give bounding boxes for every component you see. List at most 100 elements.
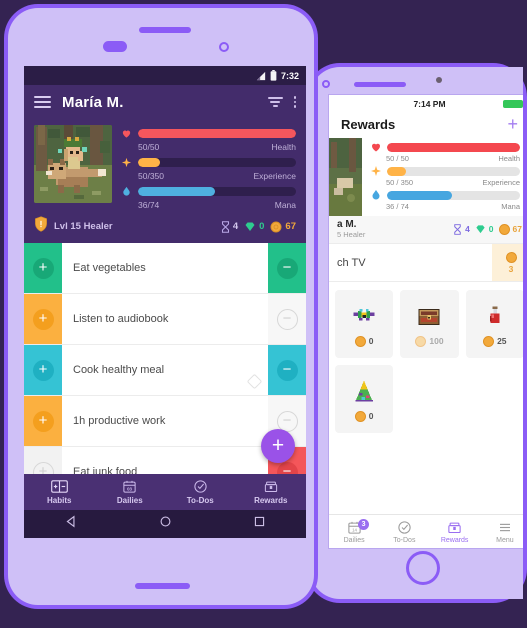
stat-hourglass: 4	[221, 220, 239, 233]
more-vertical-icon[interactable]	[293, 96, 296, 108]
gem-value: 0	[488, 224, 494, 235]
mana-drop-icon	[121, 185, 132, 198]
reward-card[interactable]: 100	[400, 290, 459, 359]
reward-cost-value: 25	[497, 336, 507, 347]
tab-rewards[interactable]: Rewards	[236, 474, 307, 510]
reward-cost-value: 0	[368, 411, 374, 422]
add-task-button[interactable]: +	[261, 429, 295, 463]
tab-label: Menu	[496, 536, 514, 544]
reward-cost-value: 100	[429, 336, 444, 347]
mana-drop-icon	[372, 190, 380, 200]
right-app-bar: Rewards +	[341, 114, 518, 134]
stat-bars: 50/50 Health 50/350 Experience 36/74 Man…	[121, 125, 296, 211]
minus-button-disabled: −	[276, 308, 298, 330]
reward-cost: 100	[415, 335, 444, 347]
stat-gold: 67	[270, 221, 296, 233]
hourglass-value: 4	[232, 221, 239, 232]
mana-label: Mana	[274, 200, 296, 210]
character-name: a M.	[337, 219, 357, 230]
plus-button[interactable]: +	[32, 257, 54, 279]
plus-button[interactable]: +	[32, 308, 54, 330]
character-level: Lvl 15 Healer	[54, 221, 113, 232]
gold-coin-icon	[354, 410, 366, 422]
tab-dailies[interactable]: 14 3 Dailies	[329, 515, 379, 548]
front-camera-icon	[219, 42, 229, 52]
treasure-icon	[264, 481, 277, 492]
avatar[interactable]	[34, 125, 112, 203]
habit-minus-cell[interactable]: −	[268, 345, 306, 395]
tab-menu[interactable]: Menu	[480, 515, 523, 548]
left-phone-device: 7:32 María M. 50/50 Health 50/350 Experi…	[4, 4, 318, 609]
tab-habits[interactable]: Habits	[24, 474, 95, 510]
habit-label: Eat junk food	[73, 466, 138, 474]
filter-icon[interactable]	[267, 97, 283, 107]
plus-button[interactable]: +	[32, 410, 54, 432]
experience-label: Experience	[482, 178, 520, 187]
page-title: María M.	[62, 93, 124, 111]
gold-coin-icon	[354, 335, 366, 347]
tab-todos[interactable]: To-Dos	[165, 474, 236, 510]
potion-icon	[489, 306, 500, 323]
table-row[interactable]: + Cook healthy meal −	[24, 345, 306, 396]
status-time: 7:32	[280, 70, 299, 81]
hourglass-icon	[221, 220, 229, 233]
health-value: 50/50	[138, 142, 160, 152]
reward-cost: 25	[483, 335, 507, 347]
gold-coin-icon	[270, 221, 282, 232]
stat-gems: 0	[244, 221, 264, 233]
hamburger-icon[interactable]	[34, 96, 51, 108]
experience-value: 50/350	[138, 171, 164, 181]
plus-button[interactable]: +	[32, 359, 54, 381]
heart-icon	[372, 143, 380, 152]
reward-card[interactable]: 25	[465, 290, 523, 359]
home-button[interactable]	[406, 551, 440, 585]
signal-icon	[256, 71, 266, 81]
recents-square-icon[interactable]	[253, 515, 266, 533]
tab-dailies[interactable]: 03 Dailies	[95, 474, 166, 510]
habit-plus-cell[interactable]: +	[24, 345, 62, 395]
gold-value: 67	[285, 221, 296, 232]
tag-icon	[246, 373, 263, 390]
home-circle-icon[interactable]	[159, 515, 172, 533]
minus-button[interactable]: −	[276, 461, 298, 474]
custom-reward-label: ch TV	[337, 256, 366, 269]
gold-coin-icon	[505, 251, 517, 263]
mana-value: 36/74	[138, 200, 160, 210]
tab-todos[interactable]: To-Dos	[379, 515, 429, 548]
custom-reward-cost[interactable]: 3	[492, 244, 523, 282]
habit-plus-cell[interactable]: +	[24, 396, 62, 446]
back-triangle-icon[interactable]	[65, 515, 78, 533]
reward-card[interactable]: 0	[335, 290, 394, 359]
battery-full-icon	[503, 100, 523, 108]
table-row[interactable]: + Eat vegetables −	[24, 243, 306, 294]
health-bar	[387, 142, 520, 152]
habit-plus-cell[interactable]: +	[24, 243, 62, 293]
habit-plus-cell: +	[24, 447, 62, 474]
tab-label: To-Dos	[393, 536, 416, 544]
minus-button[interactable]: −	[276, 257, 298, 279]
hourglass-value: 4	[465, 224, 470, 235]
table-row[interactable]: + Listen to audiobook −	[24, 294, 306, 345]
tab-label: To-Dos	[186, 496, 214, 505]
bottom-tab-bar: Habits 03 Dailies To-Dos Rewards	[24, 474, 306, 510]
tab-label: Rewards	[440, 536, 469, 544]
tab-rewards[interactable]: Rewards	[430, 515, 480, 548]
app-bar: María M.	[24, 85, 306, 119]
avatar[interactable]	[329, 138, 362, 216]
stat-gold: 67	[498, 223, 522, 235]
android-status-bar: 7:32	[24, 66, 306, 85]
sensor-dot-icon	[436, 77, 442, 83]
experience-bar	[138, 158, 296, 167]
shield-icon	[34, 216, 48, 237]
custom-reward-row[interactable]: ch TV 3	[329, 244, 523, 283]
hourglass-icon	[454, 223, 461, 235]
stats-row: Lvl 15 Healer 4 0 67	[24, 211, 306, 243]
front-camera-icon	[322, 80, 330, 88]
stat-gems: 0	[475, 224, 494, 235]
reward-card[interactable]: 0	[335, 365, 394, 434]
habit-minus-cell[interactable]: −	[268, 243, 306, 293]
gold-coin-icon	[483, 335, 495, 347]
minus-button[interactable]: −	[276, 359, 298, 381]
habit-plus-cell[interactable]: +	[24, 294, 62, 344]
habit-label: Cook healthy meal	[73, 364, 165, 376]
